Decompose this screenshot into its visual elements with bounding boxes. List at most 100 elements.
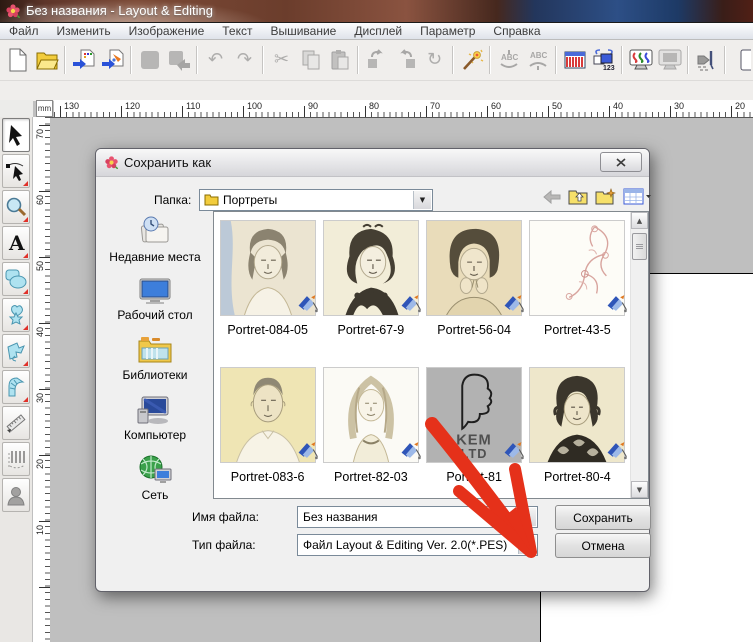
save-button[interactable]: Сохранить (555, 505, 651, 530)
dialog-titlebar[interactable]: Сохранить как (96, 149, 649, 177)
screen-view-icon (655, 45, 684, 75)
libraries-icon (136, 335, 174, 365)
file-name-combobox-arrow[interactable]: ▼ (518, 508, 536, 526)
sewing-order-icon[interactable]: 123 (589, 45, 618, 75)
new-document-icon[interactable] (3, 45, 32, 75)
main-toolbar: ↶ ↷ ✂ ↻ ABC ABC 123 (0, 40, 753, 80)
file-label: Portret-083-6 (231, 470, 305, 484)
place-recent[interactable]: Недавние места (102, 215, 208, 264)
open-file-icon[interactable] (32, 45, 61, 75)
file-item[interactable]: Portret-80-4 (526, 367, 628, 496)
sew-simulator-icon[interactable] (692, 45, 721, 75)
file-list: Portret-084-05 (213, 211, 649, 499)
file-type-value[interactable]: Файл Layout & Editing Ver. 2.0(*.PES) (303, 538, 517, 552)
cancel-button[interactable]: Отмена (555, 533, 651, 558)
up-one-level-icon[interactable] (568, 188, 588, 205)
file-item[interactable]: Portret-82-03 (320, 367, 422, 496)
select-tool[interactable] (2, 118, 30, 152)
menu-option[interactable]: Параметр (411, 23, 484, 39)
ltd-text: LTD (461, 446, 488, 461)
save-as-dialog: Сохранить как Папка: Портреты ▼ (95, 148, 650, 592)
menu-sew[interactable]: Вышивание (261, 23, 345, 39)
embroidery-machine-icon (605, 293, 629, 319)
rotate-left-icon (362, 45, 391, 75)
ruler-corner (0, 100, 33, 117)
file-item[interactable]: KEM LTD Portret-81 (423, 367, 525, 496)
paste-icon (325, 45, 354, 75)
realistic-view-icon[interactable] (626, 45, 655, 75)
embroidery-machine-icon (605, 440, 629, 466)
svg-text:ABC: ABC (530, 51, 548, 60)
fancy-shapes-tool[interactable] (2, 298, 30, 332)
network-icon (137, 455, 173, 485)
toolbar-separator (452, 46, 454, 74)
text-tool[interactable]: A (2, 226, 30, 260)
undo-icon: ↶ (201, 45, 230, 75)
computer-icon (136, 395, 174, 425)
portrait-tool[interactable] (2, 478, 30, 512)
file-item[interactable]: Portret-67-9 (320, 220, 422, 367)
folder-combobox-arrow[interactable]: ▼ (413, 191, 431, 209)
freeform-shape-tool[interactable] (2, 334, 30, 368)
fan-stitch-tool[interactable] (2, 370, 30, 404)
cut-icon: ✂ (267, 45, 296, 75)
tool-palette: A (0, 117, 32, 642)
menu-help[interactable]: Справка (484, 23, 549, 39)
window-titlebar: Без названия - Layout & Editing (0, 0, 753, 22)
app-flower-icon (5, 3, 21, 24)
horizontal-ruler: 130 120 110 100 90 80 70 60 50 40 30 20 (54, 100, 753, 118)
redo-icon: ↷ (230, 45, 259, 75)
folder-mini-icon (204, 193, 219, 209)
place-computer[interactable]: Компьютер (102, 395, 208, 442)
toolbar-separator (724, 46, 726, 74)
file-item[interactable]: Portret-43-5 (526, 220, 628, 367)
file-name-combobox[interactable]: Без названия ▼ (297, 506, 538, 528)
save-block-icon (135, 45, 164, 75)
file-item[interactable]: Portret-083-6 (217, 367, 319, 496)
scroll-down-icon[interactable]: ▼ (631, 481, 648, 498)
file-type-combobox-arrow[interactable]: ▼ (518, 536, 536, 554)
menu-bar: Файл Изменить Изображение Текст Вышивани… (0, 22, 753, 40)
place-libraries[interactable]: Библиотеки (102, 335, 208, 382)
folder-combobox-value: Портреты (223, 193, 412, 207)
thread-palette-icon[interactable] (560, 45, 589, 75)
file-name-value[interactable]: Без названия (303, 510, 517, 524)
close-icon[interactable] (600, 152, 642, 172)
import-design-icon[interactable] (69, 45, 98, 75)
import-image-icon[interactable] (98, 45, 127, 75)
file-type-combobox[interactable]: Файл Layout & Editing Ver. 2.0(*.PES) ▼ (297, 534, 538, 556)
file-list-scrollbar[interactable]: ▲ ▼ (630, 212, 648, 498)
zoom-tool[interactable] (2, 190, 30, 224)
scrollbar-thumb[interactable] (632, 233, 647, 260)
svg-text:123: 123 (603, 65, 615, 72)
file-item[interactable]: Portret-084-05 (217, 220, 319, 367)
magic-wand-icon[interactable] (457, 45, 486, 75)
place-desktop[interactable]: Рабочий стол (102, 277, 208, 322)
file-item[interactable]: Portret-56-04 (423, 220, 525, 367)
folder-combobox[interactable]: Портреты ▼ (199, 189, 433, 211)
measure-tool[interactable] (2, 406, 30, 440)
file-label: Portret-82-03 (334, 470, 408, 484)
desktop-icon (137, 277, 173, 305)
window-title: Без названия - Layout & Editing (26, 3, 213, 18)
rotate-right-icon (391, 45, 420, 75)
point-edit-tool[interactable] (2, 154, 30, 188)
file-type-label: Тип файла: (192, 538, 256, 552)
toolbar-separator (64, 46, 66, 74)
view-menu-icon[interactable] (623, 188, 651, 205)
toolbar-separator (196, 46, 198, 74)
new-folder-icon[interactable] (595, 188, 616, 205)
toolbar-separator (130, 46, 132, 74)
menu-edit[interactable]: Изменить (48, 23, 120, 39)
scroll-up-icon[interactable]: ▲ (631, 212, 648, 229)
basic-shapes-tool[interactable] (2, 262, 30, 296)
file-label: Portret-81 (446, 470, 502, 484)
place-network[interactable]: Сеть (102, 455, 208, 502)
back-icon (543, 190, 561, 204)
stitch-attributes-tool[interactable] (2, 442, 30, 476)
menu-file[interactable]: Файл (0, 23, 48, 39)
embroidery-machine-icon (502, 293, 526, 319)
menu-display[interactable]: Дисплей (345, 23, 411, 39)
menu-image[interactable]: Изображение (120, 23, 214, 39)
menu-text[interactable]: Текст (213, 23, 261, 39)
